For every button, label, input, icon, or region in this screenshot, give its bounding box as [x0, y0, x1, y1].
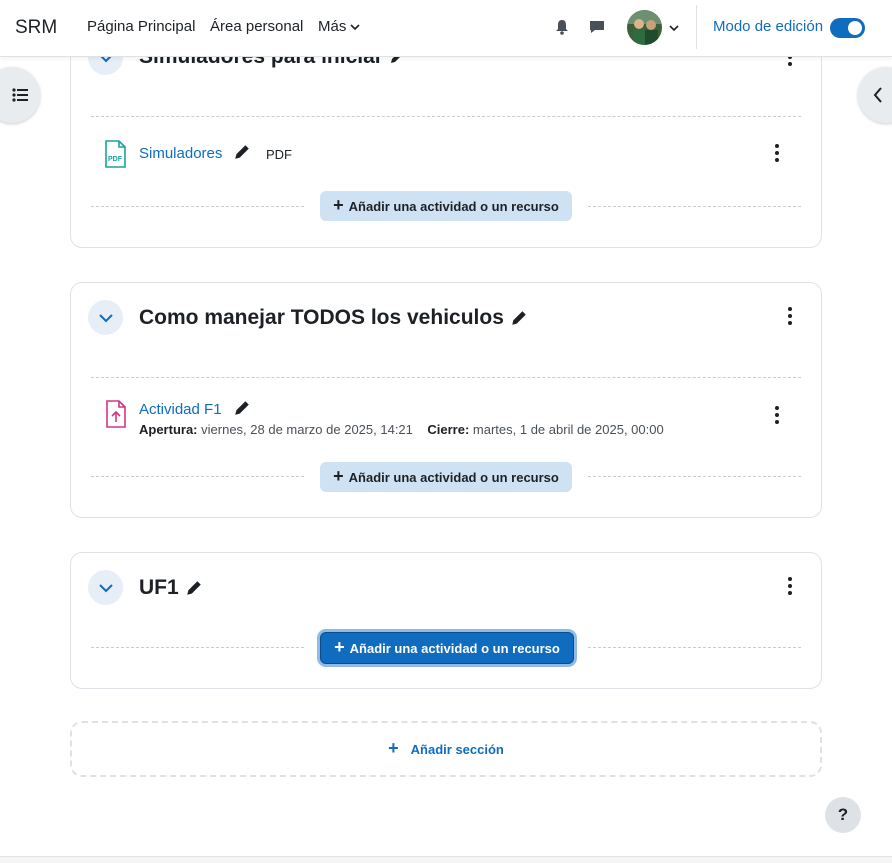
add-divider-left: [91, 476, 304, 477]
pencil-icon[interactable]: [233, 399, 251, 417]
nav-more-label: Más: [318, 18, 347, 35]
plus-icon: +: [334, 637, 345, 657]
nav-home-link[interactable]: Página Principal: [87, 18, 195, 35]
plus-icon: +: [333, 195, 344, 215]
section-collapse-button[interactable]: [88, 570, 123, 605]
activity-link-simuladores[interactable]: Simuladores: [139, 145, 222, 162]
add-activity-button[interactable]: + Añadir una actividad o un recurso: [320, 462, 572, 492]
add-section-button[interactable]: + Añadir sección: [70, 721, 822, 777]
list-icon: [12, 88, 28, 102]
chevron-down-icon: [98, 313, 113, 322]
chat-icon[interactable]: [588, 18, 606, 36]
activity-link-actividad-f1[interactable]: Actividad F1: [139, 401, 222, 418]
add-activity-label: Añadir una actividad o un recurso: [348, 469, 559, 485]
close-date-label: Cierre:: [427, 422, 470, 437]
user-avatar[interactable]: [627, 10, 662, 45]
top-navbar: SRM Página Principal Área personal Más M…: [0, 0, 892, 57]
pencil-icon[interactable]: [233, 143, 251, 161]
activity-menu-kebab-icon[interactable]: [774, 405, 780, 425]
add-activity-button[interactable]: + Añadir una actividad o un recurso: [320, 632, 574, 664]
help-button[interactable]: ?: [825, 797, 861, 833]
navbar-divider: [696, 5, 697, 49]
add-activity-button[interactable]: + Añadir una actividad o un recurso: [320, 191, 572, 221]
plus-icon: +: [388, 738, 399, 758]
activity-menu-kebab-icon[interactable]: [774, 143, 780, 163]
section-divider: [91, 116, 801, 117]
close-date-value: martes, 1 de abril de 2025, 00:00: [472, 422, 664, 437]
section-collapse-button[interactable]: [88, 300, 123, 335]
section-title-text: UF1: [139, 576, 179, 599]
site-brand[interactable]: SRM: [15, 17, 57, 39]
toggle-knob: [848, 21, 862, 35]
add-activity-label: Añadir una actividad o un recurso: [348, 198, 559, 214]
block-drawer-button[interactable]: [858, 67, 892, 123]
nav-dashboard-link[interactable]: Área personal: [210, 18, 303, 35]
add-section-label: Añadir sección: [410, 741, 504, 757]
pencil-icon[interactable]: [510, 309, 528, 327]
pdf-icon: PDF: [105, 140, 126, 168]
add-divider-right: [588, 647, 801, 648]
section-title-text: Como manejar TODOS los vehiculos: [139, 306, 504, 329]
chevron-down-icon: [98, 583, 113, 592]
svg-text:PDF: PDF: [108, 156, 123, 163]
section-title: UF1: [139, 576, 203, 600]
bell-icon[interactable]: [553, 18, 571, 36]
nav-more-menu[interactable]: Más: [318, 18, 360, 35]
add-divider-left: [91, 206, 304, 207]
open-date-value: viernes, 28 de marzo de 2025, 14:21: [201, 422, 413, 437]
section-card-3: UF1 + Añadir una actividad o un recurso: [70, 552, 822, 689]
open-date-label: Apertura:: [139, 422, 198, 437]
section-menu-kebab-icon[interactable]: [787, 306, 793, 326]
section-menu-kebab-icon[interactable]: [787, 576, 793, 596]
add-divider-left: [91, 647, 304, 648]
assignment-upload-icon: [106, 400, 126, 428]
user-menu-chevron-down-icon[interactable]: [669, 23, 679, 33]
activity-type-label: PDF: [266, 147, 292, 162]
edit-mode-label: Modo de edición: [713, 18, 824, 35]
activity-dates: Apertura: viernes, 28 de marzo de 2025, …: [139, 422, 664, 437]
add-divider-right: [588, 206, 801, 207]
add-activity-label: Añadir una actividad o un recurso: [349, 640, 560, 656]
section-divider: [91, 377, 801, 378]
section-title: Como manejar TODOS los vehiculos: [139, 306, 528, 330]
pencil-icon[interactable]: [185, 579, 203, 597]
chevron-down-icon: [350, 23, 360, 30]
plus-icon: +: [333, 466, 344, 486]
course-index-drawer-button[interactable]: [0, 67, 40, 123]
chevron-left-icon: [873, 87, 882, 103]
edit-mode-toggle[interactable]: [830, 18, 865, 38]
section-card-2: Como manejar TODOS los vehiculos Activid…: [70, 282, 822, 518]
add-divider-right: [588, 476, 801, 477]
